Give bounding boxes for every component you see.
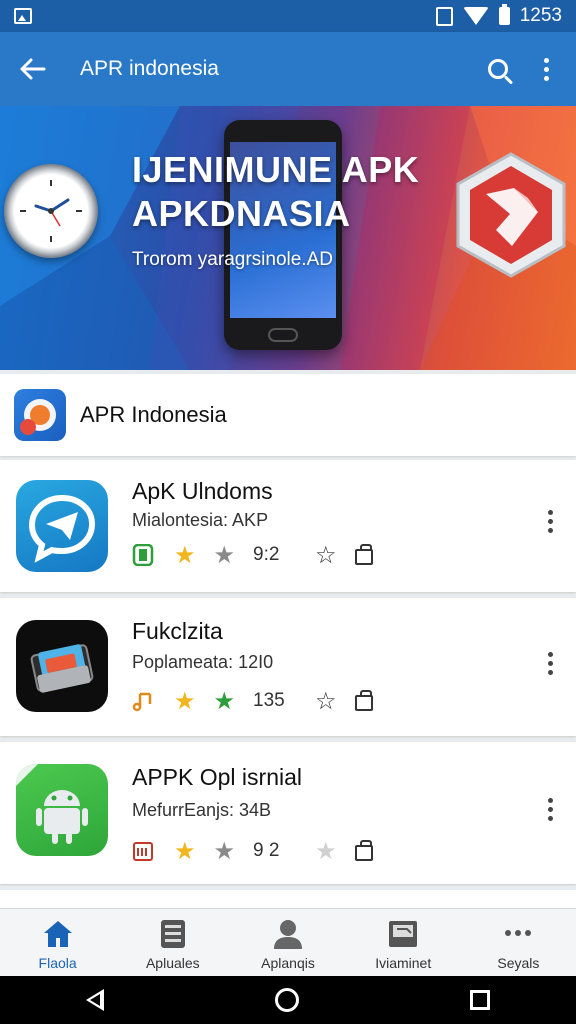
star-filled-icon: ★: [174, 837, 196, 865]
star-icon: ★: [213, 837, 236, 865]
rating-count: 135: [253, 690, 285, 711]
nav-item-apps[interactable]: Apluales: [115, 909, 230, 976]
back-button[interactable]: [0, 32, 64, 106]
search-icon: [488, 59, 508, 79]
rating-row: ★ ★ 135 ☆: [132, 687, 373, 715]
item-more-button[interactable]: [542, 798, 558, 821]
section-title: APR Indonesia: [80, 402, 227, 427]
star-filled-icon: ★: [174, 687, 196, 715]
more-vert-icon: [543, 57, 549, 81]
store-bag-icon[interactable]: [354, 690, 373, 711]
app-title: APR indonesia: [80, 57, 219, 80]
section-header: APR Indonesia: [0, 374, 576, 456]
nav-item-messages[interactable]: Iviaminet: [346, 909, 461, 976]
star-green-icon: ★: [213, 687, 236, 715]
system-recents-icon[interactable]: [470, 990, 491, 1010]
app-name: APPK Opl isrnial: [132, 764, 303, 790]
clock-icon: [4, 164, 98, 258]
overflow-menu-button[interactable]: [522, 32, 570, 106]
wallet-app-icon: [16, 620, 108, 712]
nav-label: Aplanqis: [261, 955, 315, 971]
music-note-icon: [132, 692, 152, 712]
star-filled-icon: ★: [174, 541, 196, 569]
star-light-icon[interactable]: ★: [315, 839, 337, 863]
app-description: MefurrEanjs: 34B: [132, 800, 272, 820]
nav-label: Apluales: [145, 955, 200, 971]
store-bag-icon[interactable]: [354, 544, 373, 565]
nav-item-home[interactable]: Flaola: [0, 909, 115, 976]
app-bar: APR indonesia: [0, 32, 576, 106]
nav-item-more[interactable]: Seyals: [461, 909, 576, 976]
app-name: ApK Ulndoms: [132, 478, 273, 504]
status-time: 1253: [519, 5, 562, 26]
item-more-button[interactable]: [542, 652, 558, 675]
android-app-icon: [16, 764, 108, 856]
rating-count: 9 2: [253, 840, 280, 861]
more-horiz-icon: [505, 930, 532, 936]
star-outline-icon[interactable]: ☆: [315, 543, 337, 567]
banner-title: IJENIMUNE APK APKDNASIA: [132, 148, 419, 236]
status-right: 1253: [435, 4, 562, 27]
promo-banner[interactable]: IJENIMUNE APK APKDNASIA Trorom yaragrsin…: [0, 106, 576, 370]
star-icon: ★: [213, 541, 236, 569]
battery-icon: [498, 4, 510, 25]
arrow-left-icon: [20, 58, 46, 80]
inbox-icon: [389, 921, 418, 947]
app-list-item[interactable]: ApK Ulndoms Mialontesia: AKP ★ ★ 9:2 ☆: [0, 460, 576, 592]
app-name: Fukclzita: [132, 618, 223, 644]
nav-label: Seyals: [497, 955, 540, 971]
search-button[interactable]: [474, 32, 522, 106]
banner-title-line1: IJENIMUNE APK: [132, 149, 420, 190]
store-bag-icon[interactable]: [354, 840, 373, 861]
calendar-badge-icon: [133, 842, 153, 861]
star-outline-icon[interactable]: ☆: [315, 689, 337, 713]
item-more-button[interactable]: [542, 510, 558, 533]
image-notification-icon: [14, 8, 32, 24]
rating-row: ★ ★ 9:2 ☆: [132, 541, 373, 569]
sim-icon: [435, 6, 453, 26]
wifi-icon: [462, 7, 489, 25]
banner-title-line2: APKDNASIA: [132, 193, 351, 234]
brand-hex-logo-icon: [456, 152, 566, 278]
apr-indonesia-logo-icon: [14, 389, 66, 441]
app-description: Poplameata: 12I0: [132, 652, 274, 672]
bottom-navigation: Flaola Apluales Aplanqis Iviaminet Seyal…: [0, 908, 576, 976]
app-list-item[interactable]: APPK Opl isrnial MefurrEanjs: 34B ★ ★ 9 …: [0, 742, 576, 884]
banner-subtitle: Trorom yaragrsinole.AD: [132, 249, 333, 270]
nav-item-profile[interactable]: Aplanqis: [230, 909, 345, 976]
list-box-icon: [160, 920, 185, 948]
system-home-icon[interactable]: [274, 988, 299, 1012]
app-list-item-partial[interactable]: [0, 890, 576, 908]
battery-badge-icon: [132, 544, 154, 566]
nav-label: Iviaminet: [375, 955, 432, 971]
app-list-item[interactable]: Fukclzita Poplameata: 12I0 ★ ★ 135 ☆: [0, 598, 576, 736]
home-icon: [43, 921, 72, 947]
system-navigation-bar: [0, 976, 576, 1024]
messenger-app-icon: [16, 480, 108, 572]
nav-label: Flaola: [38, 955, 77, 971]
person-icon: [274, 920, 302, 949]
app-description: Mialontesia: AKP: [132, 510, 269, 530]
status-bar: 1253: [0, 0, 576, 32]
rating-count: 9:2: [253, 544, 280, 565]
rating-row: ★ ★ 9 2 ★: [132, 837, 373, 865]
status-left: [14, 8, 32, 24]
system-back-icon[interactable]: [85, 989, 104, 1011]
